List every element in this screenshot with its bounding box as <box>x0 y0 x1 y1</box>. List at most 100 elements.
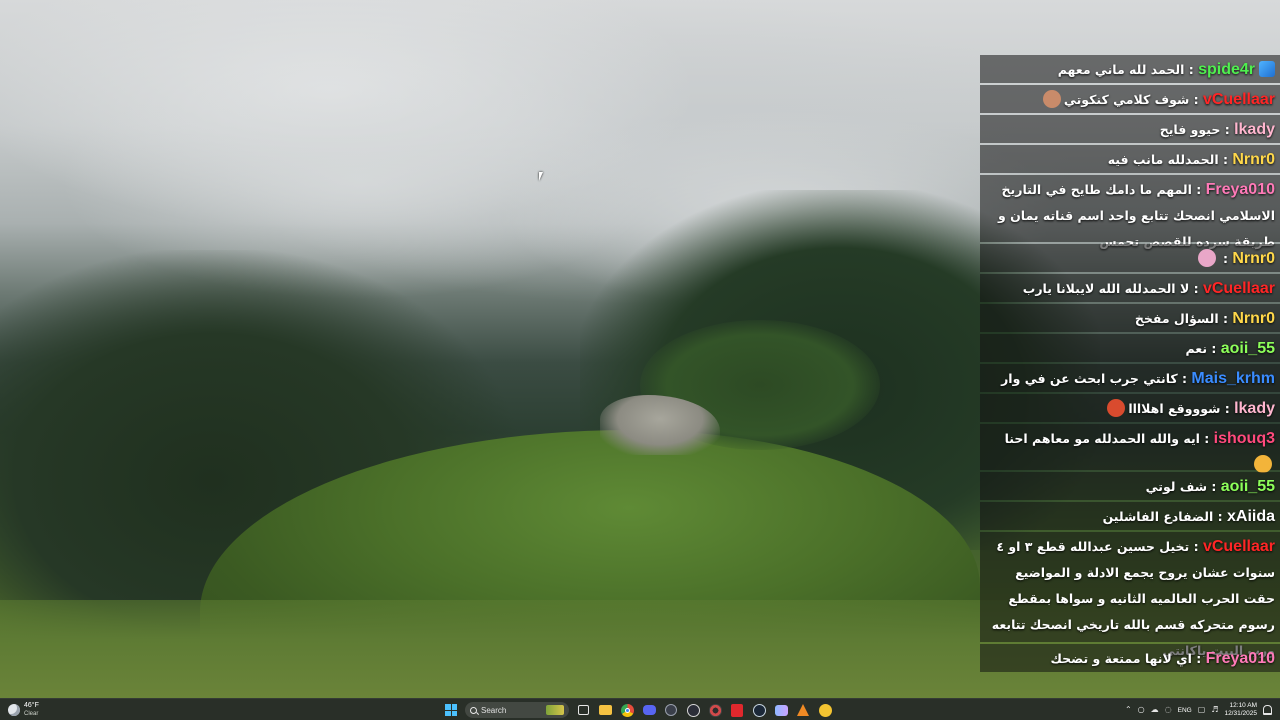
discord-button[interactable] <box>641 702 657 718</box>
windows-start-button[interactable] <box>443 702 459 718</box>
chat-separator: : <box>1189 281 1203 297</box>
chat-text: الضفادع الفاشلين <box>1102 508 1214 524</box>
chat-username[interactable]: aoii_55 <box>1221 336 1275 362</box>
app-button[interactable] <box>663 702 679 718</box>
search-placeholder: Search <box>481 705 507 715</box>
cube-badge-icon <box>1259 61 1275 77</box>
stream-chat-overlay: spide4r : الحمد لله ماني معهم vCuellaar :… <box>980 50 1280 672</box>
system-clock[interactable]: 12:10 AM 12/31/2025 <box>1224 702 1257 718</box>
fire-emote-icon <box>1107 399 1126 418</box>
weather-temperature: 46°F <box>24 702 39 709</box>
weather-condition: Clear <box>24 711 39 717</box>
chat-message: Freya010 : اي لانها ممتعة و تضحك <box>980 644 1280 672</box>
taskbar-search-box[interactable]: Search <box>465 702 569 718</box>
face-emote-icon <box>1042 90 1061 108</box>
adobe-button[interactable] <box>795 702 811 718</box>
chat-username[interactable]: Nrnr0 <box>1232 306 1275 332</box>
chat-username[interactable]: spide4r <box>1198 57 1255 83</box>
chat-separator: : <box>1199 431 1214 447</box>
clock-time: 12:10 AM <box>1229 702 1257 709</box>
steam-button[interactable] <box>751 702 767 718</box>
adobe-icon <box>797 704 809 716</box>
chat-username[interactable]: Mais_krhm <box>1191 366 1275 392</box>
chat-separator: : <box>1207 478 1221 494</box>
windows-start-icon <box>445 704 457 716</box>
chat-separator: : <box>1191 651 1206 666</box>
clock-date: 12/31/2025 <box>1224 710 1257 717</box>
cloud-icon[interactable]: ☁ <box>1151 701 1159 719</box>
chat-username[interactable]: lkady <box>1234 396 1275 422</box>
monitor-icon[interactable]: ▢ <box>1198 701 1206 719</box>
chat-message: aoii_55 : نعم <box>980 334 1280 363</box>
chat-username[interactable]: Nrnr0 <box>1232 246 1275 272</box>
chat-username[interactable]: Nrnr0 <box>1232 147 1275 173</box>
chat-username[interactable]: aoii_55 <box>1221 474 1275 500</box>
chat-text: السؤال مفخخ <box>1134 311 1219 327</box>
chat-message: vCuellaar : لا الحمدلله الله لايبلانا يا… <box>980 274 1280 303</box>
settings-button[interactable] <box>707 702 723 718</box>
smile-emote-icon <box>1254 455 1272 474</box>
red-app-button[interactable] <box>729 702 745 718</box>
chrome-icon <box>620 703 634 717</box>
chat-separator: : <box>1191 182 1206 197</box>
chat-username[interactable]: vCuellaar <box>1203 534 1275 560</box>
notification-bell-icon[interactable] <box>1263 705 1272 715</box>
chat-username[interactable]: ishouq3 <box>1214 426 1275 452</box>
chat-text: كانتي جرب ابحث عن في وار <box>1001 371 1178 387</box>
chat-separator: : <box>1207 341 1221 357</box>
chat-message: Mais_krhm : كانتي جرب ابحث عن في وار <box>980 364 1280 393</box>
search-highlight-icon <box>546 705 564 715</box>
chat-separator: : <box>1189 92 1203 107</box>
search-icon <box>470 706 477 714</box>
task-view-icon <box>577 705 589 715</box>
app-icon <box>665 704 677 716</box>
chat-text: نعم <box>1185 341 1208 357</box>
chat-message: Nrnr0 : السؤال مفخخ <box>980 304 1280 333</box>
red-app-icon <box>731 703 743 717</box>
chat-username[interactable]: lkady <box>1234 117 1275 143</box>
obs-icon <box>686 703 700 717</box>
obs-button[interactable] <box>685 702 701 718</box>
chat-message: spide4r : الحمد لله ماني معهم <box>980 55 1280 83</box>
brain-emote-icon <box>1197 249 1216 268</box>
chat-message: ishouq3 : ايه والله الحمدلله مو معاهم اح… <box>980 424 1280 474</box>
chat-separator: : <box>1189 538 1203 554</box>
yellow-app-button[interactable] <box>817 702 833 718</box>
file-explorer-button[interactable] <box>597 702 613 718</box>
file-explorer-icon <box>598 705 612 715</box>
chat-separator: : <box>1218 152 1233 167</box>
chat-message: Nrnr0 : الحمدلله مانب فيه <box>980 145 1280 173</box>
chat-text: شف لوتي <box>1145 478 1208 494</box>
chat-username[interactable]: vCuellaar <box>1203 87 1275 113</box>
chat-message: Nrnr0 : <box>980 244 1280 273</box>
volume-icon[interactable]: ♬ <box>1211 701 1218 719</box>
mouse-cursor-icon <box>539 172 543 181</box>
chat-username[interactable]: vCuellaar <box>1203 276 1275 302</box>
steam-icon <box>752 703 766 717</box>
chevron-up-icon[interactable]: ⌃ <box>1125 701 1132 719</box>
weather-widget[interactable]: 46°F Clear <box>8 701 39 719</box>
game-button[interactable] <box>773 702 789 718</box>
chat-text: الحمد لله ماني معهم <box>1057 62 1185 77</box>
microphone-icon[interactable]: ◌ <box>1165 701 1172 719</box>
chat-message: aoii_55 : شف لوتي <box>980 471 1280 500</box>
taskbar: 46°F Clear Search ⌃ ○ ☁ ◌ ENG ▢ ♬ 12:10 … <box>0 698 1280 720</box>
chrome-button[interactable] <box>619 702 635 718</box>
chat-text: اي لانها ممتعة و تضحك <box>1050 651 1192 666</box>
chat-username[interactable]: Freya010 <box>1206 646 1275 672</box>
chat-username[interactable]: Freya010 <box>1206 177 1275 203</box>
language-indicator[interactable]: ENG <box>1178 707 1192 714</box>
settings-icon <box>708 703 722 717</box>
network-icon[interactable]: ○ <box>1138 701 1145 719</box>
task-view-button[interactable] <box>575 702 591 718</box>
chat-separator: : <box>1220 122 1235 137</box>
chat-message: vCuellaar : شوف كلامي كنكوتي <box>980 85 1280 113</box>
chat-separator: : <box>1218 251 1233 267</box>
game-icon <box>774 704 788 716</box>
chat-message: lkady : حيوو فايح <box>980 115 1280 143</box>
chat-separator: : <box>1213 508 1227 524</box>
chat-text: شوووقع اهلاااا <box>1128 401 1221 417</box>
chat-message: xAiida : الضفادع الفاشلين <box>980 501 1280 530</box>
chat-separator: : <box>1184 62 1199 77</box>
chat-username[interactable]: xAiida <box>1227 504 1275 530</box>
